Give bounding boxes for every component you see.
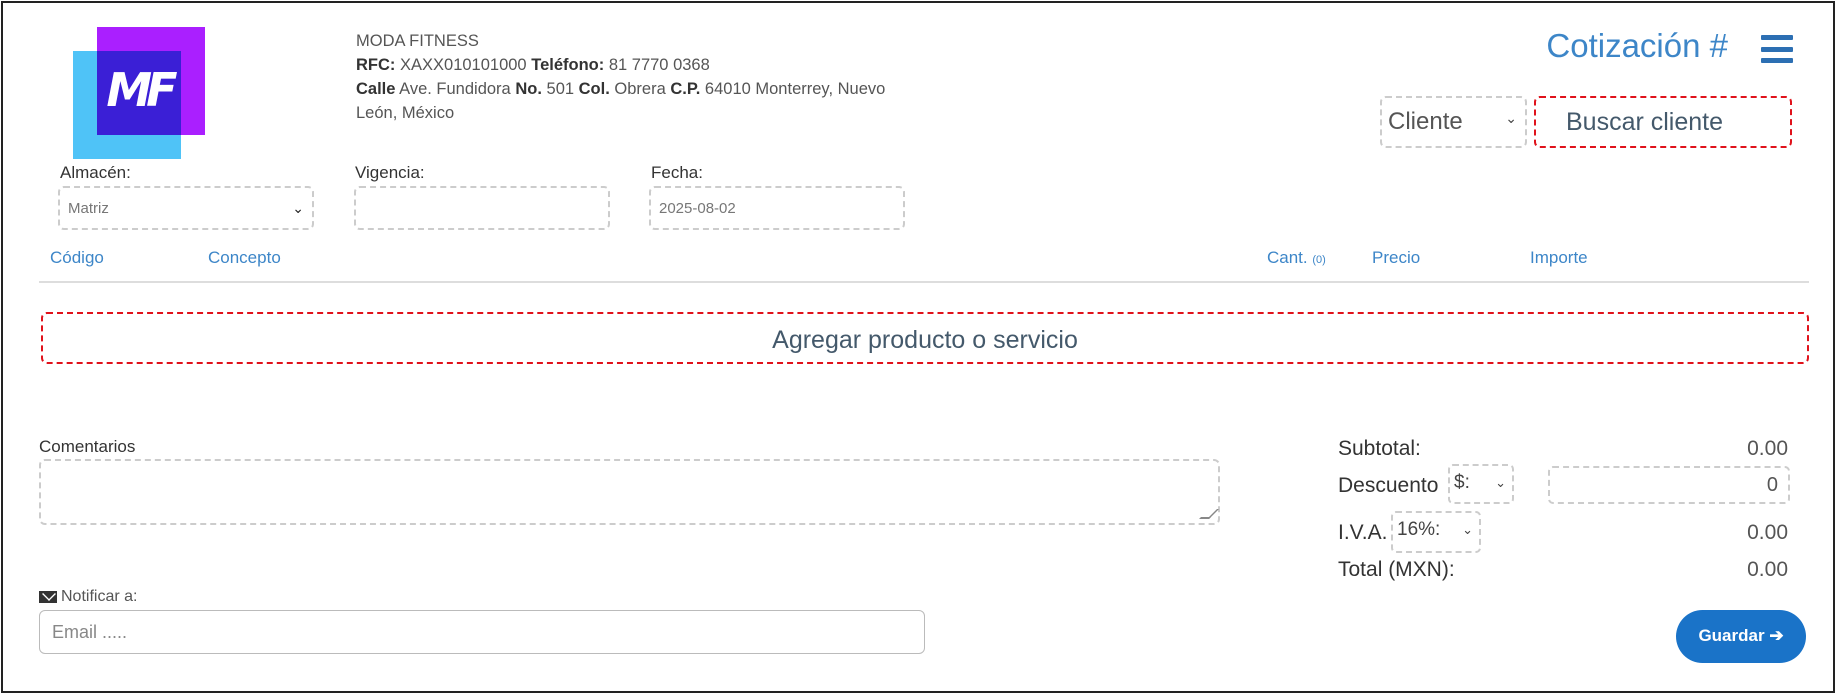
comments-textarea[interactable] — [39, 459, 1220, 525]
chevron-down-icon: ⌄ — [1495, 475, 1506, 490]
notify-label: Notificar a: — [39, 588, 137, 606]
envelope-icon — [39, 591, 57, 603]
total-label: Total (MXN): — [1338, 558, 1455, 581]
vigencia-field[interactable] — [354, 186, 610, 230]
discount-type-select[interactable]: $: ⌄ — [1448, 464, 1514, 504]
comments-label: Comentarios — [39, 437, 136, 456]
arrow-right-icon: ➔ — [1769, 626, 1784, 645]
company-address-line2: León, México — [356, 104, 455, 122]
company-logo: MF — [73, 27, 205, 159]
iva-label: I.V.A. — [1338, 521, 1388, 544]
chevron-down-icon: ⌄ — [1462, 522, 1473, 537]
resize-handle-icon[interactable] — [1199, 509, 1219, 519]
save-button[interactable]: Guardar ➔ — [1676, 610, 1806, 663]
discount-input[interactable]: 0 — [1548, 466, 1790, 504]
company-name: MODA FITNESS — [356, 32, 479, 50]
quote-form: MF MODA FITNESS RFC: XAXX010101000 Teléf… — [1, 1, 1835, 693]
company-rfc-phone: RFC: XAXX010101000 Teléfono: 81 7770 036… — [356, 56, 710, 74]
total-value: 0.00 — [1747, 558, 1788, 581]
col-precio: Precio — [1372, 248, 1421, 267]
subtotal-value: 0.00 — [1747, 437, 1788, 460]
company-address: Calle Ave. Fundidora No. 501 Col. Obrera… — [356, 80, 886, 98]
descuento-label: Descuento — [1338, 474, 1439, 497]
col-codigo: Código — [50, 248, 104, 267]
page-title: Cotización # — [1546, 27, 1728, 64]
client-type-select[interactable]: Cliente ⌄ — [1380, 96, 1527, 148]
hamburger-menu-icon[interactable] — [1761, 35, 1793, 63]
almacen-select[interactable]: Matriz ⌄ — [58, 186, 314, 230]
fecha-label: Fecha: — [651, 163, 703, 182]
add-product-button[interactable]: Agregar producto o servicio — [41, 312, 1809, 364]
chevron-down-icon: ⌄ — [1505, 110, 1517, 126]
table-divider — [39, 281, 1809, 283]
col-cantidad: Cant. (0) — [1267, 248, 1326, 267]
almacen-label: Almacén: — [60, 163, 131, 182]
email-input[interactable]: Email ..... — [39, 610, 925, 654]
company-info: MODA FITNESS RFC: XAXX010101000 Teléfono… — [356, 29, 916, 125]
col-importe: Importe — [1530, 248, 1588, 267]
vigencia-label: Vigencia: — [355, 163, 425, 182]
subtotal-label: Subtotal: — [1338, 437, 1421, 460]
iva-rate-select[interactable]: 16%: ⌄ — [1391, 511, 1481, 553]
col-concepto: Concepto — [208, 248, 281, 267]
search-client-button[interactable]: Buscar cliente — [1534, 96, 1792, 148]
chevron-down-icon: ⌄ — [292, 200, 304, 216]
iva-value: 0.00 — [1747, 521, 1788, 544]
fecha-field[interactable]: 2025-08-02 — [649, 186, 905, 230]
